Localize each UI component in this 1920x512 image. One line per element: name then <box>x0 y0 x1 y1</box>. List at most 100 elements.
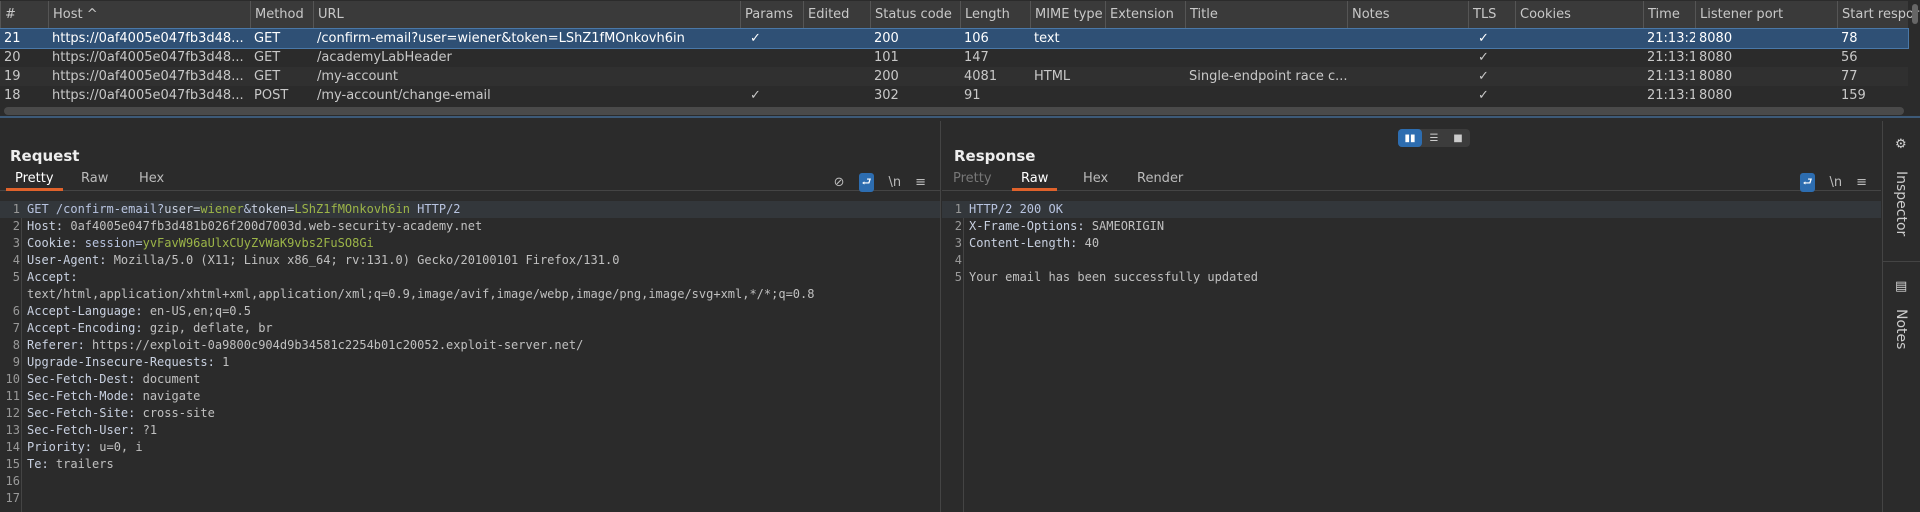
cell-cookies <box>1515 29 1643 48</box>
menu-icon[interactable]: ≡ <box>915 175 926 190</box>
code-token: Content-Length: <box>969 236 1085 250</box>
code-token: Priority: <box>27 440 100 454</box>
line-number: 4 <box>12 253 20 267</box>
code-line: 9 Upgrade-Insecure-Requests: 1 <box>0 354 940 371</box>
line-number: 12 <box>5 406 20 420</box>
code-token: yvFavW96aUlxCUyZvWaK9vbs2FuSO8Gi <box>142 236 374 250</box>
code-token: cross-site <box>142 406 215 420</box>
cell-time: 21:13:13 20 ... <box>1647 69 1695 84</box>
cell-params <box>740 48 803 67</box>
tab-render[interactable]: Render <box>1128 171 1192 191</box>
code-token: Upgrade-Insecure-Requests: <box>27 355 223 369</box>
column-header-time[interactable]: Time <box>1643 1 1695 28</box>
cell-host: https://0af4005e047fb3d48... <box>52 88 244 103</box>
proxy-history-table: # Host ^ Method URL Params Edited Status code L… <box>0 0 1920 118</box>
line-number: 4 <box>954 253 962 267</box>
code-line: 17 <box>0 490 940 507</box>
horizontal-scrollbar[interactable] <box>4 107 1904 115</box>
code-token: SAMEORIGIN <box>1091 219 1165 233</box>
cell-notes <box>1347 29 1468 48</box>
column-header-notes[interactable]: Notes <box>1347 1 1468 28</box>
cell-tls: ✓ <box>1478 50 1489 65</box>
column-header-listener-port[interactable]: Listener port <box>1695 1 1837 28</box>
code-token: X-Frame-Options: <box>969 219 1092 233</box>
cell-title <box>1185 29 1347 48</box>
vertical-scrollbar[interactable] <box>1912 4 1918 24</box>
code-line: 13 Sec-Fetch-User: ?1 <box>0 422 940 439</box>
code-token: trailers <box>55 457 114 471</box>
cell-start-response: 159 <box>1841 88 1866 103</box>
line-number: 6 <box>12 304 20 318</box>
code-token: gzip, deflate, br <box>149 321 273 335</box>
eye-off-icon[interactable]: ⊘ <box>834 175 845 190</box>
column-header-start-response[interactable]: Start respor <box>1837 1 1920 28</box>
cell-extension <box>1105 86 1185 105</box>
wrap-icon[interactable]: ⮐ <box>1799 173 1816 192</box>
cell-tls: ✓ <box>1478 31 1489 46</box>
column-header-title[interactable]: Title <box>1185 1 1347 28</box>
table-row[interactable]: 18 https://0af4005e047fb3d48... POST/my-ac… <box>0 86 1908 105</box>
column-header-url[interactable]: URL <box>313 1 740 28</box>
code-line: 1 HTTP/2 200 OK <box>942 201 1881 218</box>
tab-hex[interactable]: Hex <box>130 171 173 191</box>
right-sidebar: ⚙ Inspector ▤ Notes <box>1882 121 1920 512</box>
table-row[interactable]: 21 https://0af4005e047fb3d48... GET/confir… <box>0 28 1909 49</box>
tab-hex[interactable]: Hex <box>1074 171 1117 191</box>
cell-host: https://0af4005e047fb3d48... <box>52 69 244 84</box>
code-line: 15 Te: trailers <box>0 456 940 473</box>
column-header-cookies[interactable]: Cookies <box>1515 1 1643 28</box>
table-row[interactable]: 20 https://0af4005e047fb3d48... GET/academ… <box>0 48 1908 67</box>
cell-mime: HTML <box>1034 69 1071 84</box>
code-token: Sec-Fetch-Site: <box>27 406 143 420</box>
column-header-status[interactable]: Status code <box>870 1 960 28</box>
cell-extension <box>1105 48 1185 67</box>
cell-mime: text <box>1034 31 1060 46</box>
tab-pretty[interactable]: Pretty <box>944 171 1001 191</box>
tab-raw[interactable]: Raw <box>1012 171 1058 191</box>
tab-pretty[interactable]: Pretty <box>6 171 63 191</box>
cell-host: https://0af4005e047fb3d48... <box>52 31 244 46</box>
column-header-method[interactable]: Method <box>250 1 313 28</box>
tab-raw[interactable]: Raw <box>72 171 117 191</box>
code-token: GET /confirm-email? <box>27 202 165 216</box>
column-header-host[interactable]: Host ^ <box>48 1 250 28</box>
column-header-mime[interactable]: MIME type <box>1030 1 1105 28</box>
column-header-extension[interactable]: Extension <box>1105 1 1185 28</box>
code-token: Accept-Encoding: <box>27 321 150 335</box>
code-line: 1 GET /confirm-email?user=wiener&token=LS… <box>0 201 940 218</box>
code-token: & <box>243 202 251 216</box>
table-row[interactable]: 19 https://0af4005e047fb3d48... GET/my-acc… <box>0 67 1908 86</box>
column-header-id[interactable]: # <box>0 1 48 28</box>
newline-icon[interactable]: \n <box>1829 175 1842 190</box>
code-token: ?1 <box>142 423 158 437</box>
cell-notes <box>1347 86 1468 105</box>
cell-params <box>740 67 803 86</box>
column-header-edited[interactable]: Edited <box>803 1 870 28</box>
code-line: 2 X-Frame-Options: SAMEORIGIN <box>942 218 1881 235</box>
code-token: Sec-Fetch-Dest: <box>27 372 143 386</box>
menu-icon[interactable]: ≡ <box>1856 175 1867 190</box>
column-header-tls[interactable]: TLS <box>1468 1 1515 28</box>
line-number: 17 <box>5 491 20 505</box>
column-header-params[interactable]: Params <box>740 1 803 28</box>
response-editor[interactable]: 1 HTTP/2 200 OK 2 X-Frame-Options: SAMEORIG… <box>942 201 1881 512</box>
line-number: 16 <box>5 474 20 488</box>
column-header-length[interactable]: Length <box>960 1 1030 28</box>
cell-params: ✓ <box>750 31 761 46</box>
code-line: 3 Cookie: session=yvFavW96aUlxCUyZvWaK9vb… <box>0 235 940 252</box>
code-token: Sec-Fetch-User: <box>27 423 143 437</box>
code-token: HTTP/2 <box>409 202 461 216</box>
request-editor[interactable]: 1 GET /confirm-email?user=wiener&token=LS… <box>0 201 940 512</box>
inspector-tab[interactable]: Inspector <box>1893 171 1909 236</box>
code-token: Sec-Fetch-Mode: <box>27 389 143 403</box>
line-number: 13 <box>5 423 20 437</box>
cell-edited <box>803 29 870 48</box>
cell-time: 21:13:13 20 ... <box>1647 88 1695 103</box>
code-line: 12 Sec-Fetch-Site: cross-site <box>0 405 940 422</box>
line-number: 7 <box>12 321 20 335</box>
cell-notes <box>1347 67 1468 86</box>
code-token: 0af4005e047fb3d481b026f200d7003d.web-sec… <box>70 219 483 233</box>
newline-icon[interactable]: \n <box>888 175 901 190</box>
wrap-icon[interactable]: ⮐ <box>858 173 875 192</box>
notes-tab[interactable]: Notes <box>1893 309 1909 349</box>
